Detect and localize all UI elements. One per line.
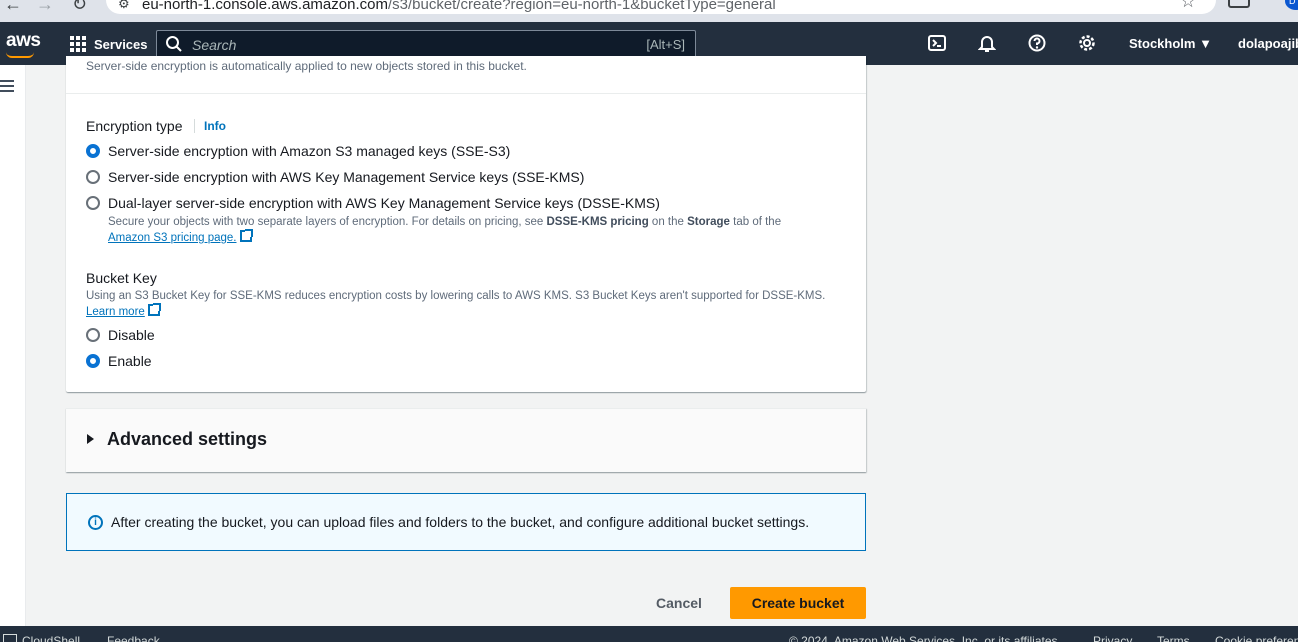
back-icon[interactable]: ← bbox=[4, 0, 22, 15]
radio-button[interactable] bbox=[86, 170, 100, 184]
bookmark-star-icon[interactable]: ☆ bbox=[1180, 0, 1196, 12]
radio-button[interactable] bbox=[86, 328, 100, 342]
cloudshell-icon[interactable] bbox=[3, 634, 17, 642]
reload-icon[interactable]: ↻ bbox=[72, 0, 87, 15]
radio-button-checked[interactable] bbox=[86, 144, 100, 158]
radio-label: Dual-layer server-side encryption with A… bbox=[108, 195, 660, 211]
radio-label: Server-side encryption with Amazon S3 ma… bbox=[108, 143, 511, 159]
external-link-icon bbox=[147, 303, 161, 316]
radio-dsse-kms[interactable]: Dual-layer server-side encryption with A… bbox=[86, 195, 660, 211]
default-encryption-panel: Server-side encryption is automatically … bbox=[66, 56, 866, 392]
radio-bucket-key-disable[interactable]: Disable bbox=[86, 327, 155, 343]
radio-label: Disable bbox=[108, 327, 155, 343]
alert-text: After creating the bucket, you can uploa… bbox=[111, 514, 810, 530]
hamburger-menu-icon[interactable] bbox=[0, 80, 14, 95]
caret-right-icon bbox=[87, 434, 94, 444]
console-footer: CloudShell Feedback © 2024, Amazon Web S… bbox=[0, 626, 1298, 642]
advanced-settings-expander[interactable]: Advanced settings bbox=[66, 408, 866, 472]
aws-logo[interactable]: aws bbox=[6, 30, 41, 52]
footer-cloudshell-link[interactable]: CloudShell bbox=[22, 634, 80, 642]
footer-copyright: © 2024, Amazon Web Services, Inc. or its… bbox=[789, 634, 1061, 642]
side-navigation-rail bbox=[0, 65, 26, 626]
info-icon: i bbox=[88, 515, 103, 530]
footer-cookie-link[interactable]: Cookie preferences bbox=[1215, 634, 1298, 642]
create-bucket-button[interactable]: Create bucket bbox=[730, 587, 866, 619]
account-menu[interactable]: dolapoajib bbox=[1238, 36, 1298, 51]
radio-sse-kms[interactable]: Server-side encryption with AWS Key Mana… bbox=[86, 169, 584, 185]
dsse-kms-description: Secure your objects with two separate la… bbox=[108, 216, 782, 244]
encryption-type-label: Encryption type bbox=[86, 118, 183, 134]
radio-button[interactable] bbox=[86, 196, 100, 210]
profile-avatar[interactable]: D bbox=[1285, 0, 1298, 10]
learn-more-link[interactable]: Learn more bbox=[86, 306, 145, 318]
radio-bucket-key-enable[interactable]: Enable bbox=[86, 353, 152, 369]
browser-toolbar: ← → ↻ ⚙ eu-north-1.console.aws.amazon.co… bbox=[0, 0, 1298, 22]
search-placeholder: Search bbox=[192, 37, 237, 53]
grid-icon bbox=[70, 36, 86, 52]
extensions-icon[interactable] bbox=[1228, 0, 1250, 8]
footer-terms-link[interactable]: Terms bbox=[1157, 634, 1190, 642]
radio-button-checked[interactable] bbox=[86, 354, 100, 368]
region-selector[interactable]: Stockholm ▼ bbox=[1129, 36, 1212, 51]
forward-icon[interactable]: → bbox=[36, 0, 54, 15]
help-icon[interactable] bbox=[1028, 34, 1046, 52]
encryption-type-info-link[interactable]: Info bbox=[204, 119, 226, 133]
s3-pricing-link[interactable]: Amazon S3 pricing page. bbox=[108, 232, 237, 244]
panel-divider bbox=[66, 93, 866, 94]
encryption-description: Server-side encryption is automatically … bbox=[86, 59, 527, 73]
site-settings-icon[interactable]: ⚙ bbox=[118, 0, 130, 12]
radio-label: Server-side encryption with AWS Key Mana… bbox=[108, 169, 585, 185]
cancel-button[interactable]: Cancel bbox=[645, 587, 713, 619]
external-link-icon bbox=[239, 229, 253, 242]
services-label: Services bbox=[94, 36, 148, 52]
info-separator bbox=[194, 119, 195, 133]
footer-privacy-link[interactable]: Privacy bbox=[1093, 634, 1132, 642]
info-alert: i After creating the bucket, you can upl… bbox=[66, 493, 866, 551]
bucket-key-help: Using an S3 Bucket Key for SSE-KMS reduc… bbox=[86, 290, 826, 318]
advanced-settings-title: Advanced settings bbox=[107, 429, 268, 449]
services-menu-button[interactable]: Services bbox=[70, 35, 148, 53]
settings-gear-icon[interactable] bbox=[1078, 34, 1096, 52]
aws-smile-logo-mark bbox=[6, 52, 34, 58]
notifications-bell-icon[interactable] bbox=[978, 34, 996, 52]
radio-label: Enable bbox=[108, 353, 152, 369]
footer-feedback-link[interactable]: Feedback bbox=[107, 634, 160, 642]
address-bar[interactable]: ⚙ eu-north-1.console.aws.amazon.com/s3/b… bbox=[106, 0, 1216, 14]
search-shortcut: [Alt+S] bbox=[646, 37, 685, 52]
url-text: eu-north-1.console.aws.amazon.com/s3/buc… bbox=[142, 0, 776, 13]
cloudshell-icon[interactable] bbox=[928, 34, 946, 52]
search-input[interactable]: Search [Alt+S] bbox=[156, 30, 696, 58]
bucket-key-label: Bucket Key bbox=[86, 270, 157, 286]
caret-down-icon: ▼ bbox=[1199, 36, 1212, 51]
search-icon bbox=[166, 36, 182, 52]
radio-sse-s3[interactable]: Server-side encryption with Amazon S3 ma… bbox=[86, 143, 510, 159]
